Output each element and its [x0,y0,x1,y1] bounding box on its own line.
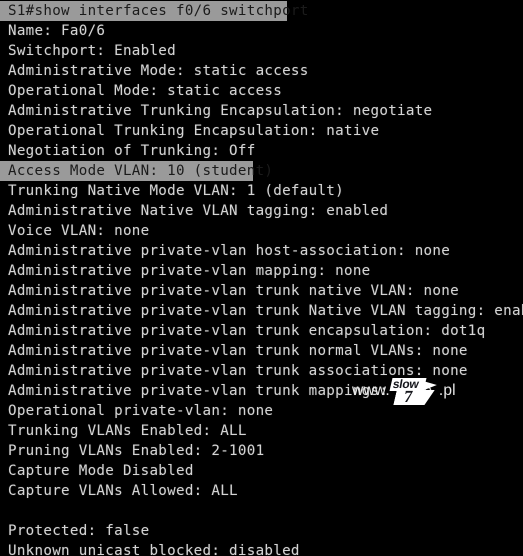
terminal-line: Administrative private-vlan trunk encaps… [8,323,486,339]
terminal-line: Unknown unicast blocked: disabled [8,543,300,556]
terminal-line: Switchport: Enabled [8,43,176,59]
terminal-line: Operational Mode: static access [8,83,283,99]
terminal-line: Administrative Native VLAN tagging: enab… [8,203,389,219]
terminal-line: Administrative private-vlan trunk normal… [8,343,468,359]
terminal-line: Capture Mode Disabled [8,463,194,479]
terminal-line: Name: Fa0/6 [8,23,106,39]
terminal-line: Operational private-vlan: none [8,403,274,419]
terminal-output: S1#show interfaces f0/6 switchport Name: … [0,0,523,556]
terminal-line: Capture VLANs Allowed: ALL [8,483,238,499]
terminal-line: Administrative private-vlan host-associa… [8,243,451,259]
terminal-line: S1#show interfaces f0/6 switchport [0,1,523,21]
terminal-line: Trunking Native Mode VLAN: 1 (default) [8,183,344,199]
terminal-line: Operational Trunking Encapsulation: nati… [8,123,380,139]
terminal-line: Administrative private-vlan trunk associ… [8,363,468,379]
terminal-line: Trunking VLANs Enabled: ALL [8,423,247,439]
terminal-line: Pruning VLANs Enabled: 2-1001 [8,443,265,459]
terminal-line: Administrative private-vlan mapping: non… [8,263,371,279]
terminal-line: Administrative private-vlan trunk native… [8,283,459,299]
terminal-line: Protected: false [8,523,150,539]
terminal-window[interactable]: S1#show interfaces f0/6 switchport Name: … [0,0,523,556]
terminal-line: Administrative private-vlan trunk mappin… [8,383,433,399]
terminal-line: Administrative private-vlan trunk Native… [8,303,523,319]
terminal-line: Access Mode VLAN: 10 (student) [0,161,523,181]
terminal-line: Voice VLAN: none [8,223,150,239]
terminal-line: Administrative Mode: static access [8,63,309,79]
terminal-line: Negotiation of Trunking: Off [8,143,256,159]
terminal-line: Administrative Trunking Encapsulation: n… [8,103,433,119]
